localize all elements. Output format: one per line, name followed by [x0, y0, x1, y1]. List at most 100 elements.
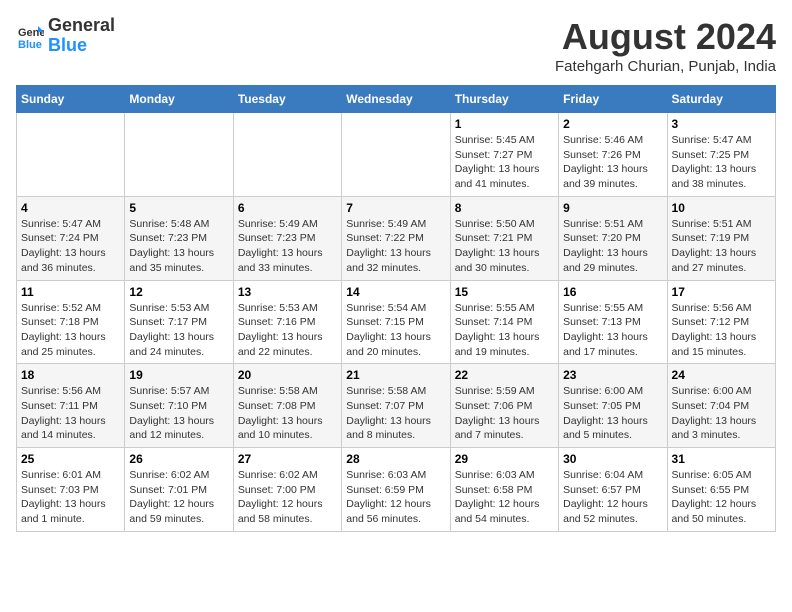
title-block: August 2024 Fatehgarh Churian, Punjab, I…	[555, 16, 776, 75]
calendar-cell: 25Sunrise: 6:01 AM Sunset: 7:03 PM Dayli…	[17, 448, 125, 532]
day-number: 9	[563, 201, 662, 215]
day-info: Sunrise: 5:55 AM Sunset: 7:13 PM Dayligh…	[563, 301, 662, 360]
day-number: 21	[346, 368, 445, 382]
calendar-header-row: SundayMondayTuesdayWednesdayThursdayFrid…	[17, 86, 776, 113]
calendar-cell: 6 Sunrise: 5:49 AM Sunset: 7:23 PM Daylig…	[233, 196, 341, 280]
day-number: 27	[238, 452, 337, 466]
calendar-cell: 1 Sunrise: 5:45 AM Sunset: 7:27 PM Daylig…	[450, 113, 558, 197]
calendar-cell: 22 Sunrise: 5:59 AM Sunset: 7:06 PM Dayli…	[450, 364, 558, 448]
logo: General Blue General Blue	[16, 16, 115, 56]
day-info: Sunrise: 5:46 AM Sunset: 7:26 PM Dayligh…	[563, 133, 662, 192]
day-info: Sunrise: 5:59 AM Sunset: 7:06 PM Dayligh…	[455, 384, 554, 443]
day-number: 3	[672, 117, 771, 131]
calendar-cell: 13Sunrise: 5:53 AM Sunset: 7:16 PM Dayli…	[233, 280, 341, 364]
day-of-week-header: Monday	[125, 86, 233, 113]
day-info: Sunrise: 6:03 AM Sunset: 6:59 PM Dayligh…	[346, 468, 445, 527]
calendar-week-row: 1 Sunrise: 5:45 AM Sunset: 7:27 PM Daylig…	[17, 113, 776, 197]
day-number: 16	[563, 285, 662, 299]
calendar-cell: 12 Sunrise: 5:53 AM Sunset: 7:17 PM Dayli…	[125, 280, 233, 364]
day-info: Sunrise: 5:53 AM Sunset: 7:17 PM Dayligh…	[129, 301, 228, 360]
day-info: Sunrise: 5:51 AM Sunset: 7:19 PM Dayligh…	[672, 217, 771, 276]
day-info: Sunrise: 5:56 AM Sunset: 7:11 PM Dayligh…	[21, 384, 120, 443]
calendar-cell: 5Sunrise: 5:48 AM Sunset: 7:23 PM Daylig…	[125, 196, 233, 280]
day-info: Sunrise: 5:58 AM Sunset: 7:07 PM Dayligh…	[346, 384, 445, 443]
day-number: 22	[455, 368, 554, 382]
day-number: 1	[455, 117, 554, 131]
calendar-cell: 4Sunrise: 5:47 AM Sunset: 7:24 PM Daylig…	[17, 196, 125, 280]
day-number: 19	[129, 368, 228, 382]
calendar-cell: 28 Sunrise: 6:03 AM Sunset: 6:59 PM Dayli…	[342, 448, 450, 532]
location-subtitle: Fatehgarh Churian, Punjab, India	[555, 58, 776, 75]
day-info: Sunrise: 5:49 AM Sunset: 7:22 PM Dayligh…	[346, 217, 445, 276]
day-of-week-header: Friday	[559, 86, 667, 113]
day-info: Sunrise: 5:57 AM Sunset: 7:10 PM Dayligh…	[129, 384, 228, 443]
day-number: 31	[672, 452, 771, 466]
calendar-cell: 23Sunrise: 6:00 AM Sunset: 7:05 PM Dayli…	[559, 364, 667, 448]
day-info: Sunrise: 5:47 AM Sunset: 7:25 PM Dayligh…	[672, 133, 771, 192]
day-info: Sunrise: 5:56 AM Sunset: 7:12 PM Dayligh…	[672, 301, 771, 360]
calendar-cell	[17, 113, 125, 197]
day-number: 12	[129, 285, 228, 299]
day-info: Sunrise: 5:53 AM Sunset: 7:16 PM Dayligh…	[238, 301, 337, 360]
calendar-cell: 15Sunrise: 5:55 AM Sunset: 7:14 PM Dayli…	[450, 280, 558, 364]
logo-icon: General Blue	[16, 22, 44, 50]
calendar-cell	[233, 113, 341, 197]
calendar-cell: 18 Sunrise: 5:56 AM Sunset: 7:11 PM Dayli…	[17, 364, 125, 448]
day-of-week-header: Saturday	[667, 86, 775, 113]
day-number: 29	[455, 452, 554, 466]
day-number: 6	[238, 201, 337, 215]
day-number: 2	[563, 117, 662, 131]
day-number: 20	[238, 368, 337, 382]
calendar-cell: 7 Sunrise: 5:49 AM Sunset: 7:22 PM Daylig…	[342, 196, 450, 280]
day-info: Sunrise: 5:58 AM Sunset: 7:08 PM Dayligh…	[238, 384, 337, 443]
day-number: 17	[672, 285, 771, 299]
calendar-cell: 27 Sunrise: 6:02 AM Sunset: 7:00 PM Dayli…	[233, 448, 341, 532]
day-info: Sunrise: 6:00 AM Sunset: 7:05 PM Dayligh…	[563, 384, 662, 443]
day-of-week-header: Wednesday	[342, 86, 450, 113]
calendar-cell	[125, 113, 233, 197]
day-info: Sunrise: 5:49 AM Sunset: 7:23 PM Dayligh…	[238, 217, 337, 276]
calendar-cell: 9 Sunrise: 5:51 AM Sunset: 7:20 PM Daylig…	[559, 196, 667, 280]
calendar-week-row: 18 Sunrise: 5:56 AM Sunset: 7:11 PM Dayli…	[17, 364, 776, 448]
calendar-cell: 30 Sunrise: 6:04 AM Sunset: 6:57 PM Dayli…	[559, 448, 667, 532]
calendar-cell: 26Sunrise: 6:02 AM Sunset: 7:01 PM Dayli…	[125, 448, 233, 532]
day-number: 28	[346, 452, 445, 466]
calendar-cell: 29 Sunrise: 6:03 AM Sunset: 6:58 PM Dayli…	[450, 448, 558, 532]
day-of-week-header: Tuesday	[233, 86, 341, 113]
day-number: 7	[346, 201, 445, 215]
day-info: Sunrise: 6:04 AM Sunset: 6:57 PM Dayligh…	[563, 468, 662, 527]
logo-text: General Blue	[48, 16, 115, 56]
calendar-cell: 31 Sunrise: 6:05 AM Sunset: 6:55 PM Dayli…	[667, 448, 775, 532]
day-number: 30	[563, 452, 662, 466]
calendar-cell: 19 Sunrise: 5:57 AM Sunset: 7:10 PM Dayli…	[125, 364, 233, 448]
day-number: 14	[346, 285, 445, 299]
day-info: Sunrise: 5:52 AM Sunset: 7:18 PM Dayligh…	[21, 301, 120, 360]
day-info: Sunrise: 5:50 AM Sunset: 7:21 PM Dayligh…	[455, 217, 554, 276]
day-info: Sunrise: 5:51 AM Sunset: 7:20 PM Dayligh…	[563, 217, 662, 276]
day-info: Sunrise: 6:00 AM Sunset: 7:04 PM Dayligh…	[672, 384, 771, 443]
calendar-cell: 20 Sunrise: 5:58 AM Sunset: 7:08 PM Dayli…	[233, 364, 341, 448]
day-info: Sunrise: 5:55 AM Sunset: 7:14 PM Dayligh…	[455, 301, 554, 360]
month-year-title: August 2024	[555, 16, 776, 58]
calendar-week-row: 11Sunrise: 5:52 AM Sunset: 7:18 PM Dayli…	[17, 280, 776, 364]
calendar-cell: 14Sunrise: 5:54 AM Sunset: 7:15 PM Dayli…	[342, 280, 450, 364]
day-of-week-header: Sunday	[17, 86, 125, 113]
day-info: Sunrise: 6:05 AM Sunset: 6:55 PM Dayligh…	[672, 468, 771, 527]
day-info: Sunrise: 5:48 AM Sunset: 7:23 PM Dayligh…	[129, 217, 228, 276]
day-number: 18	[21, 368, 120, 382]
day-info: Sunrise: 6:02 AM Sunset: 7:00 PM Dayligh…	[238, 468, 337, 527]
day-number: 26	[129, 452, 228, 466]
calendar-cell: 16 Sunrise: 5:55 AM Sunset: 7:13 PM Dayli…	[559, 280, 667, 364]
day-number: 25	[21, 452, 120, 466]
calendar-cell: 17 Sunrise: 5:56 AM Sunset: 7:12 PM Dayli…	[667, 280, 775, 364]
day-number: 8	[455, 201, 554, 215]
calendar-week-row: 25Sunrise: 6:01 AM Sunset: 7:03 PM Dayli…	[17, 448, 776, 532]
calendar-cell: 2 Sunrise: 5:46 AM Sunset: 7:26 PM Daylig…	[559, 113, 667, 197]
calendar-cell: 11Sunrise: 5:52 AM Sunset: 7:18 PM Dayli…	[17, 280, 125, 364]
calendar-cell: 8 Sunrise: 5:50 AM Sunset: 7:21 PM Daylig…	[450, 196, 558, 280]
calendar-table: SundayMondayTuesdayWednesdayThursdayFrid…	[16, 85, 776, 532]
day-number: 10	[672, 201, 771, 215]
day-info: Sunrise: 6:03 AM Sunset: 6:58 PM Dayligh…	[455, 468, 554, 527]
page-header: General Blue General Blue August 2024 Fa…	[16, 16, 776, 75]
day-info: Sunrise: 5:45 AM Sunset: 7:27 PM Dayligh…	[455, 133, 554, 192]
